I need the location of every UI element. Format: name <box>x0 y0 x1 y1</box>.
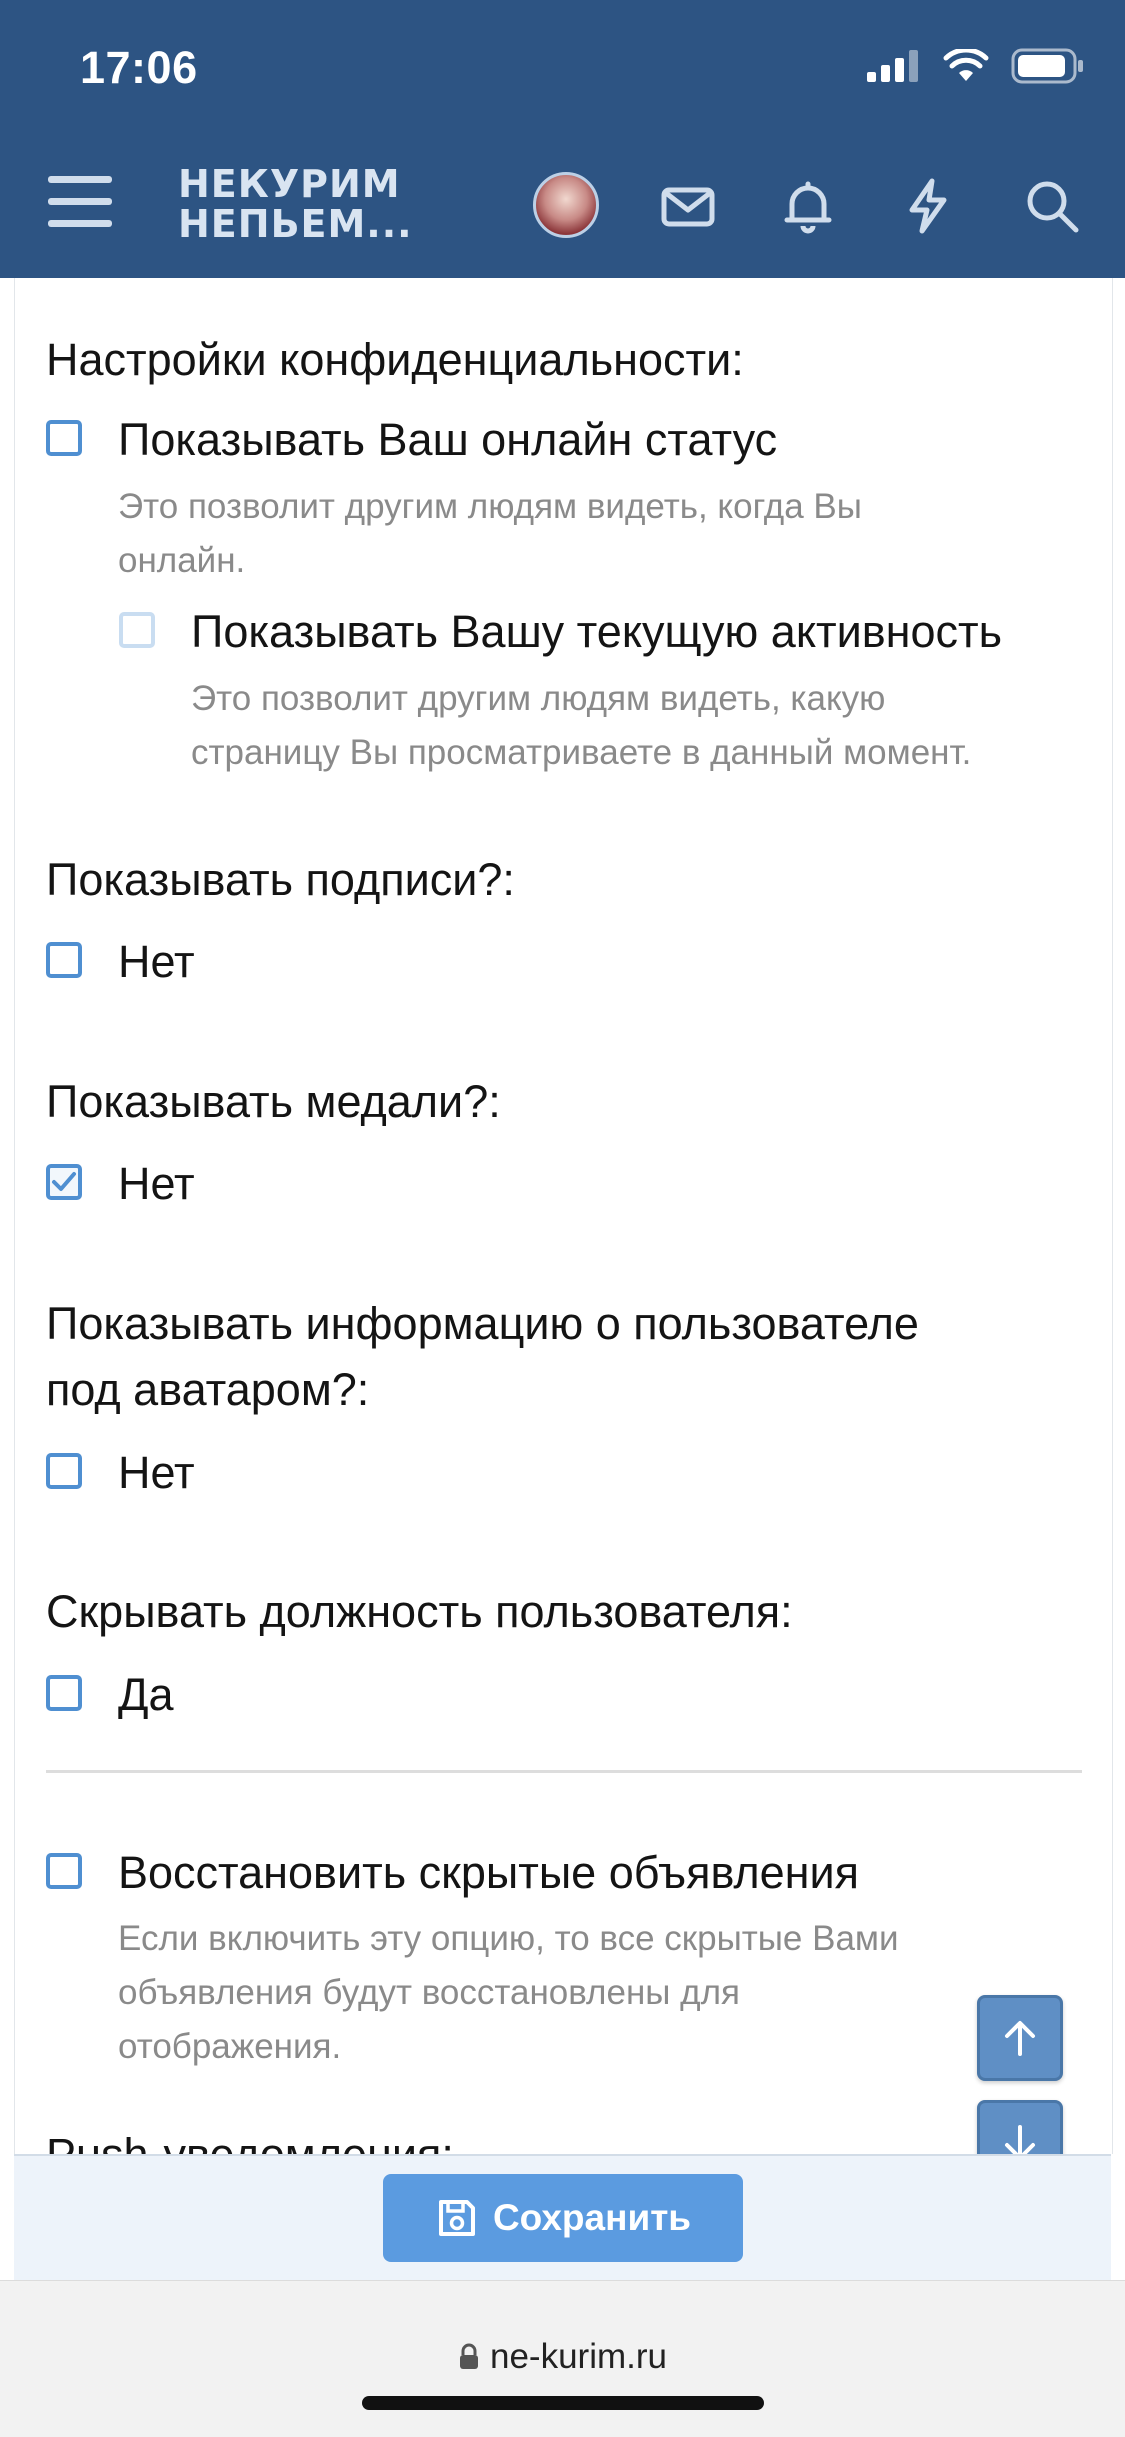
mail-icon <box>661 187 715 227</box>
push-heading: Push-уведомления: <box>46 2122 454 2154</box>
url-text: ne-kurim.ru <box>490 2337 667 2376</box>
medals-option[interactable]: Нет <box>118 1156 195 1212</box>
user-info-heading-line-1: Показывать информацию о пользователе <box>46 1298 919 1349</box>
hide-title-option[interactable]: Да <box>118 1667 174 1723</box>
hide-title-heading: Скрывать должность пользователя: <box>46 1586 793 1637</box>
arrow-up-icon <box>1005 2021 1035 2056</box>
cellular-signal-icon <box>867 50 918 82</box>
nav-row: НЕКУРИМ НЕПЬЕМ... <box>0 150 1125 260</box>
checkmark-icon <box>52 1172 76 1191</box>
logo-line-1: НЕКУРИМ <box>178 162 401 206</box>
restore-notices-hint-line-2: объявления будут восстановлены для <box>118 1973 740 2012</box>
online-status-hint-line-2: онлайн. <box>118 541 246 580</box>
app-header: 17:06 НЕКУРИМ НЕПЬЕМ... <box>0 0 1125 278</box>
status-bar: 17:06 <box>0 0 1125 140</box>
save-icon <box>438 2200 475 2236</box>
scroll-to-top-button[interactable] <box>977 1995 1063 2081</box>
bell-icon <box>784 181 832 234</box>
signatures-heading: Показывать подписи?: <box>46 854 515 905</box>
restore-notices-hint-line-1: Если включить эту опцию, то все скрытые … <box>118 1919 899 1958</box>
online-status-label[interactable]: Показывать Ваш онлайн статус <box>118 412 777 468</box>
whats-new-button[interactable] <box>898 176 958 236</box>
inbox-button[interactable] <box>658 176 718 236</box>
status-icons <box>867 48 1085 84</box>
home-indicator[interactable] <box>362 2396 764 2410</box>
online-status-hint-line-1: Это позволит другим людям видеть, когда … <box>118 487 862 526</box>
user-info-checkbox[interactable] <box>46 1453 82 1489</box>
preferences-form: Настройки конфиденциальности: Показывать… <box>14 278 1113 2154</box>
alerts-button[interactable] <box>778 176 838 236</box>
section-divider <box>46 1770 1082 1773</box>
signatures-checkbox[interactable] <box>46 942 82 978</box>
menu-icon <box>48 176 112 227</box>
wifi-icon <box>943 49 989 81</box>
user-info-option[interactable]: Нет <box>118 1445 195 1501</box>
search-button[interactable] <box>1022 176 1082 236</box>
status-time: 17:06 <box>80 42 198 93</box>
restore-notices-label[interactable]: Восстановить скрытые объявления <box>118 1845 859 1901</box>
medals-heading: Показывать медали?: <box>46 1076 501 1127</box>
avatar[interactable] <box>533 172 599 238</box>
hide-title-checkbox[interactable] <box>46 1675 82 1711</box>
user-info-heading-line-2: под аватаром?: <box>46 1364 370 1415</box>
activity-hint-line-1: Это позволит другим людям видеть, какую <box>191 679 886 718</box>
restore-notices-hint-line-3: отображения. <box>118 2027 342 2066</box>
bolt-icon <box>909 178 947 234</box>
online-status-checkbox[interactable] <box>46 420 82 456</box>
activity-checkbox[interactable] <box>119 612 155 648</box>
form-submit-bar: Сохранить <box>14 2154 1111 2280</box>
privacy-heading: Настройки конфиденциальности: <box>46 334 744 385</box>
search-icon <box>1027 181 1079 233</box>
restore-notices-checkbox[interactable] <box>46 1853 82 1889</box>
save-button-label: Сохранить <box>492 2197 692 2238</box>
menu-button[interactable] <box>46 172 114 232</box>
battery-icon <box>1011 48 1083 84</box>
browser-address-bar[interactable]: ne-kurim.ru <box>0 2280 1125 2437</box>
save-button[interactable]: Сохранить <box>383 2174 743 2262</box>
site-logo[interactable]: НЕКУРИМ НЕПЬЕМ... <box>178 164 413 244</box>
activity-label[interactable]: Показывать Вашу текущую активность <box>191 604 1002 660</box>
lock-icon <box>460 2343 478 2369</box>
medals-checkbox[interactable] <box>46 1164 82 1200</box>
activity-hint-line-2: страницу Вы просматриваете в данный моме… <box>191 733 972 772</box>
logo-line-2: НЕПЬЕМ... <box>178 202 413 246</box>
signatures-option[interactable]: Нет <box>118 934 195 990</box>
url-display[interactable]: ne-kurim.ru <box>0 2337 1125 2377</box>
